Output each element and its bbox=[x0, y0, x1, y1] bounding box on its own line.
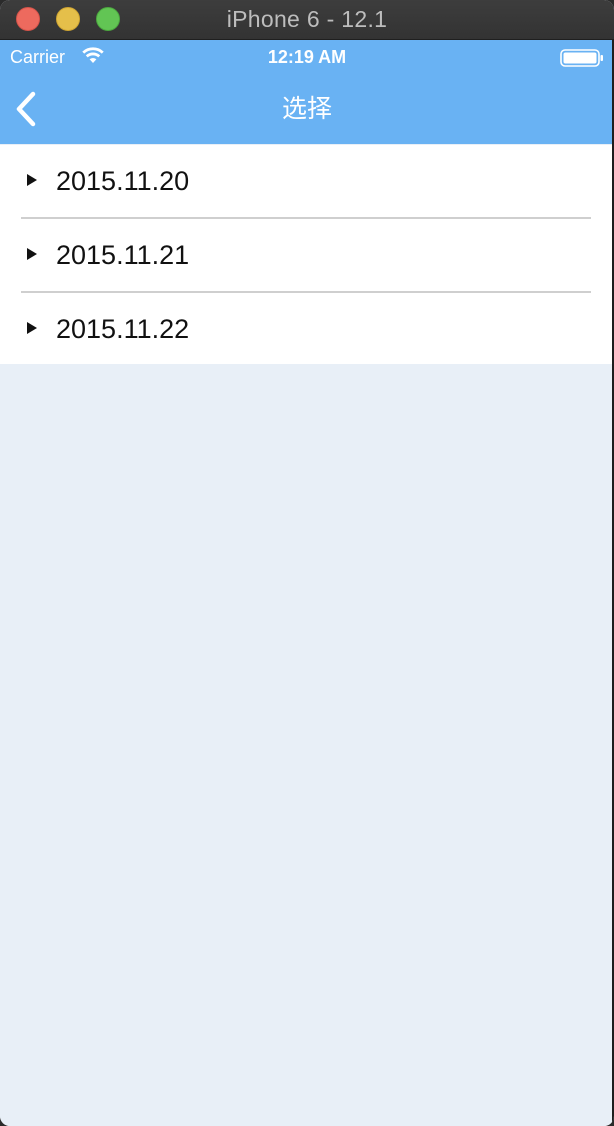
list-item[interactable]: 2015.11.21 bbox=[0, 219, 612, 291]
page-title: 选择 bbox=[281, 94, 332, 123]
battery-icon bbox=[560, 49, 604, 72]
window-titlebar: iPhone 6 - 12.1 bbox=[0, 0, 614, 40]
list-item[interactable]: 2015.11.22 bbox=[0, 293, 612, 365]
list-item-label: 2015.11.22 bbox=[56, 314, 190, 344]
empty-content-area bbox=[0, 364, 612, 1126]
simulator-window: iPhone 6 - 12.1 Carrier 12:19 AM 选择 2015… bbox=[0, 0, 614, 1126]
list-item-label: 2015.11.21 bbox=[56, 240, 190, 270]
list-item[interactable]: 2015.11.20 bbox=[0, 145, 612, 217]
status-bar: Carrier 12:19 AM bbox=[0, 40, 614, 74]
list-item-label: 2015.11.20 bbox=[56, 166, 190, 196]
triangle-right-icon bbox=[27, 322, 37, 334]
navigation-bar: 选择 bbox=[0, 74, 614, 144]
window-title: iPhone 6 - 12.1 bbox=[226, 6, 388, 32]
status-time: 12:19 AM bbox=[267, 47, 347, 67]
triangle-right-icon bbox=[27, 248, 37, 260]
triangle-right-icon bbox=[27, 174, 37, 186]
date-list: 2015.11.20 2015.11.21 2015.11.22 bbox=[0, 145, 612, 365]
